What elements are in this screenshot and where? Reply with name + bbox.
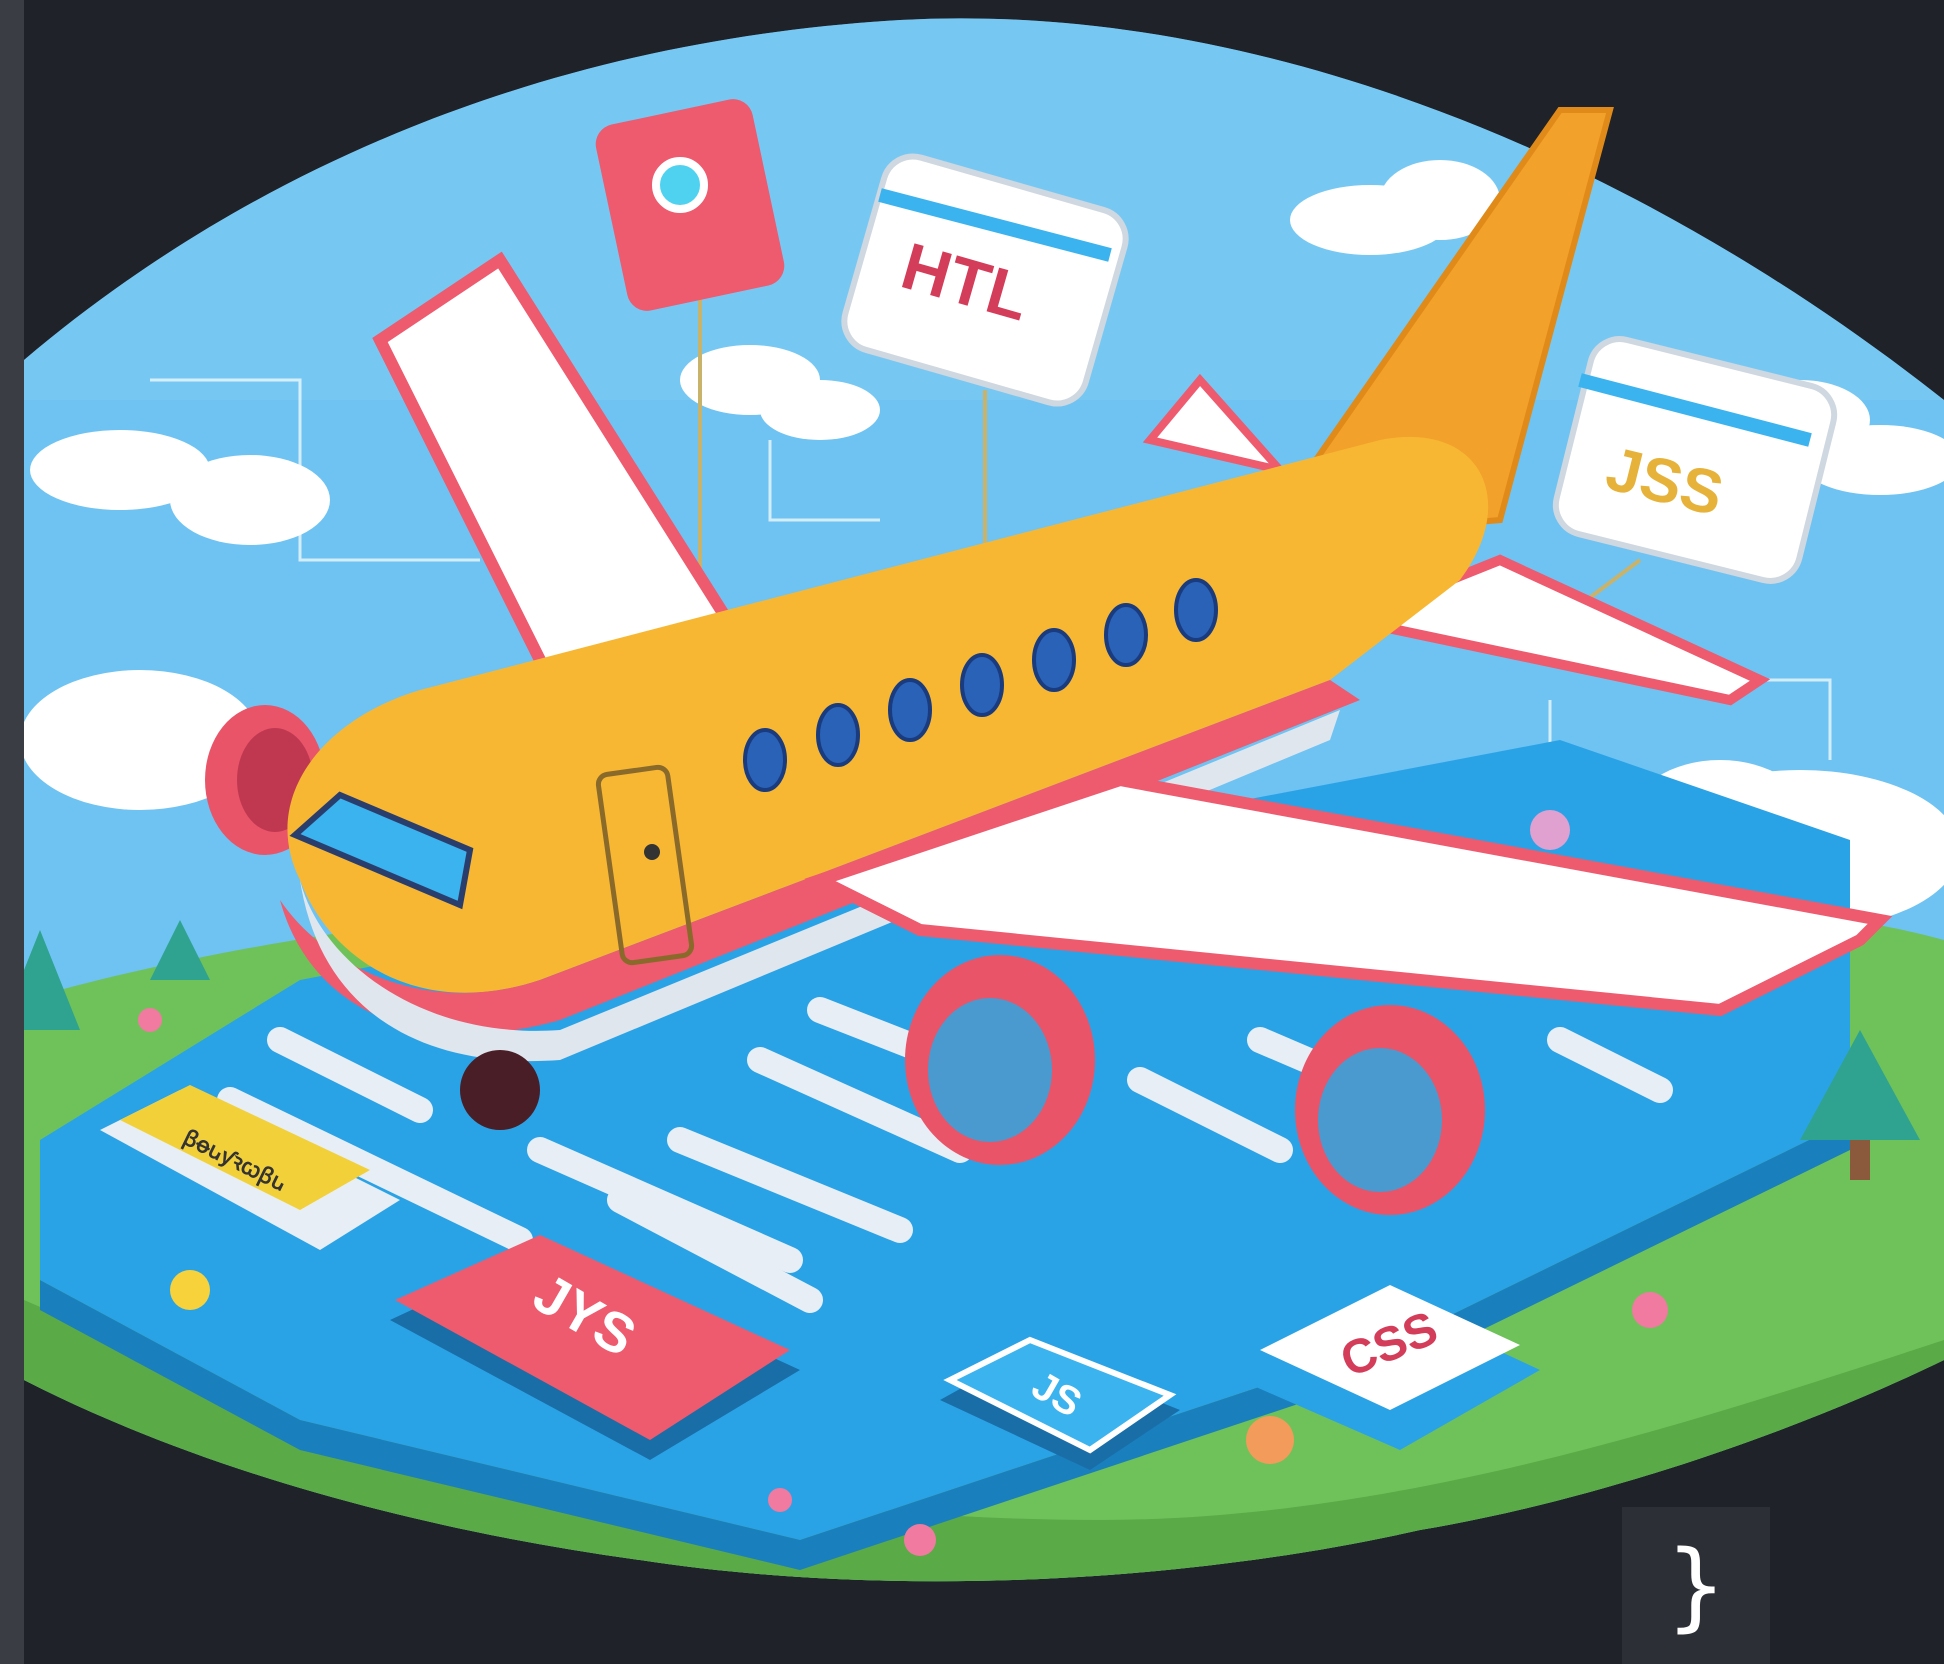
ball-icon <box>1530 810 1570 850</box>
closing-brace: } <box>1667 1529 1725 1642</box>
flower-icon <box>170 1270 210 1310</box>
ball-icon <box>1246 1416 1294 1464</box>
airplane-illustration: ꞵꝋꭎƴꝛꞷꞵꭎ JYS JS CSS HTL JSS <box>24 18 1944 1582</box>
code-brace-panel: } <box>1622 1507 1770 1664</box>
